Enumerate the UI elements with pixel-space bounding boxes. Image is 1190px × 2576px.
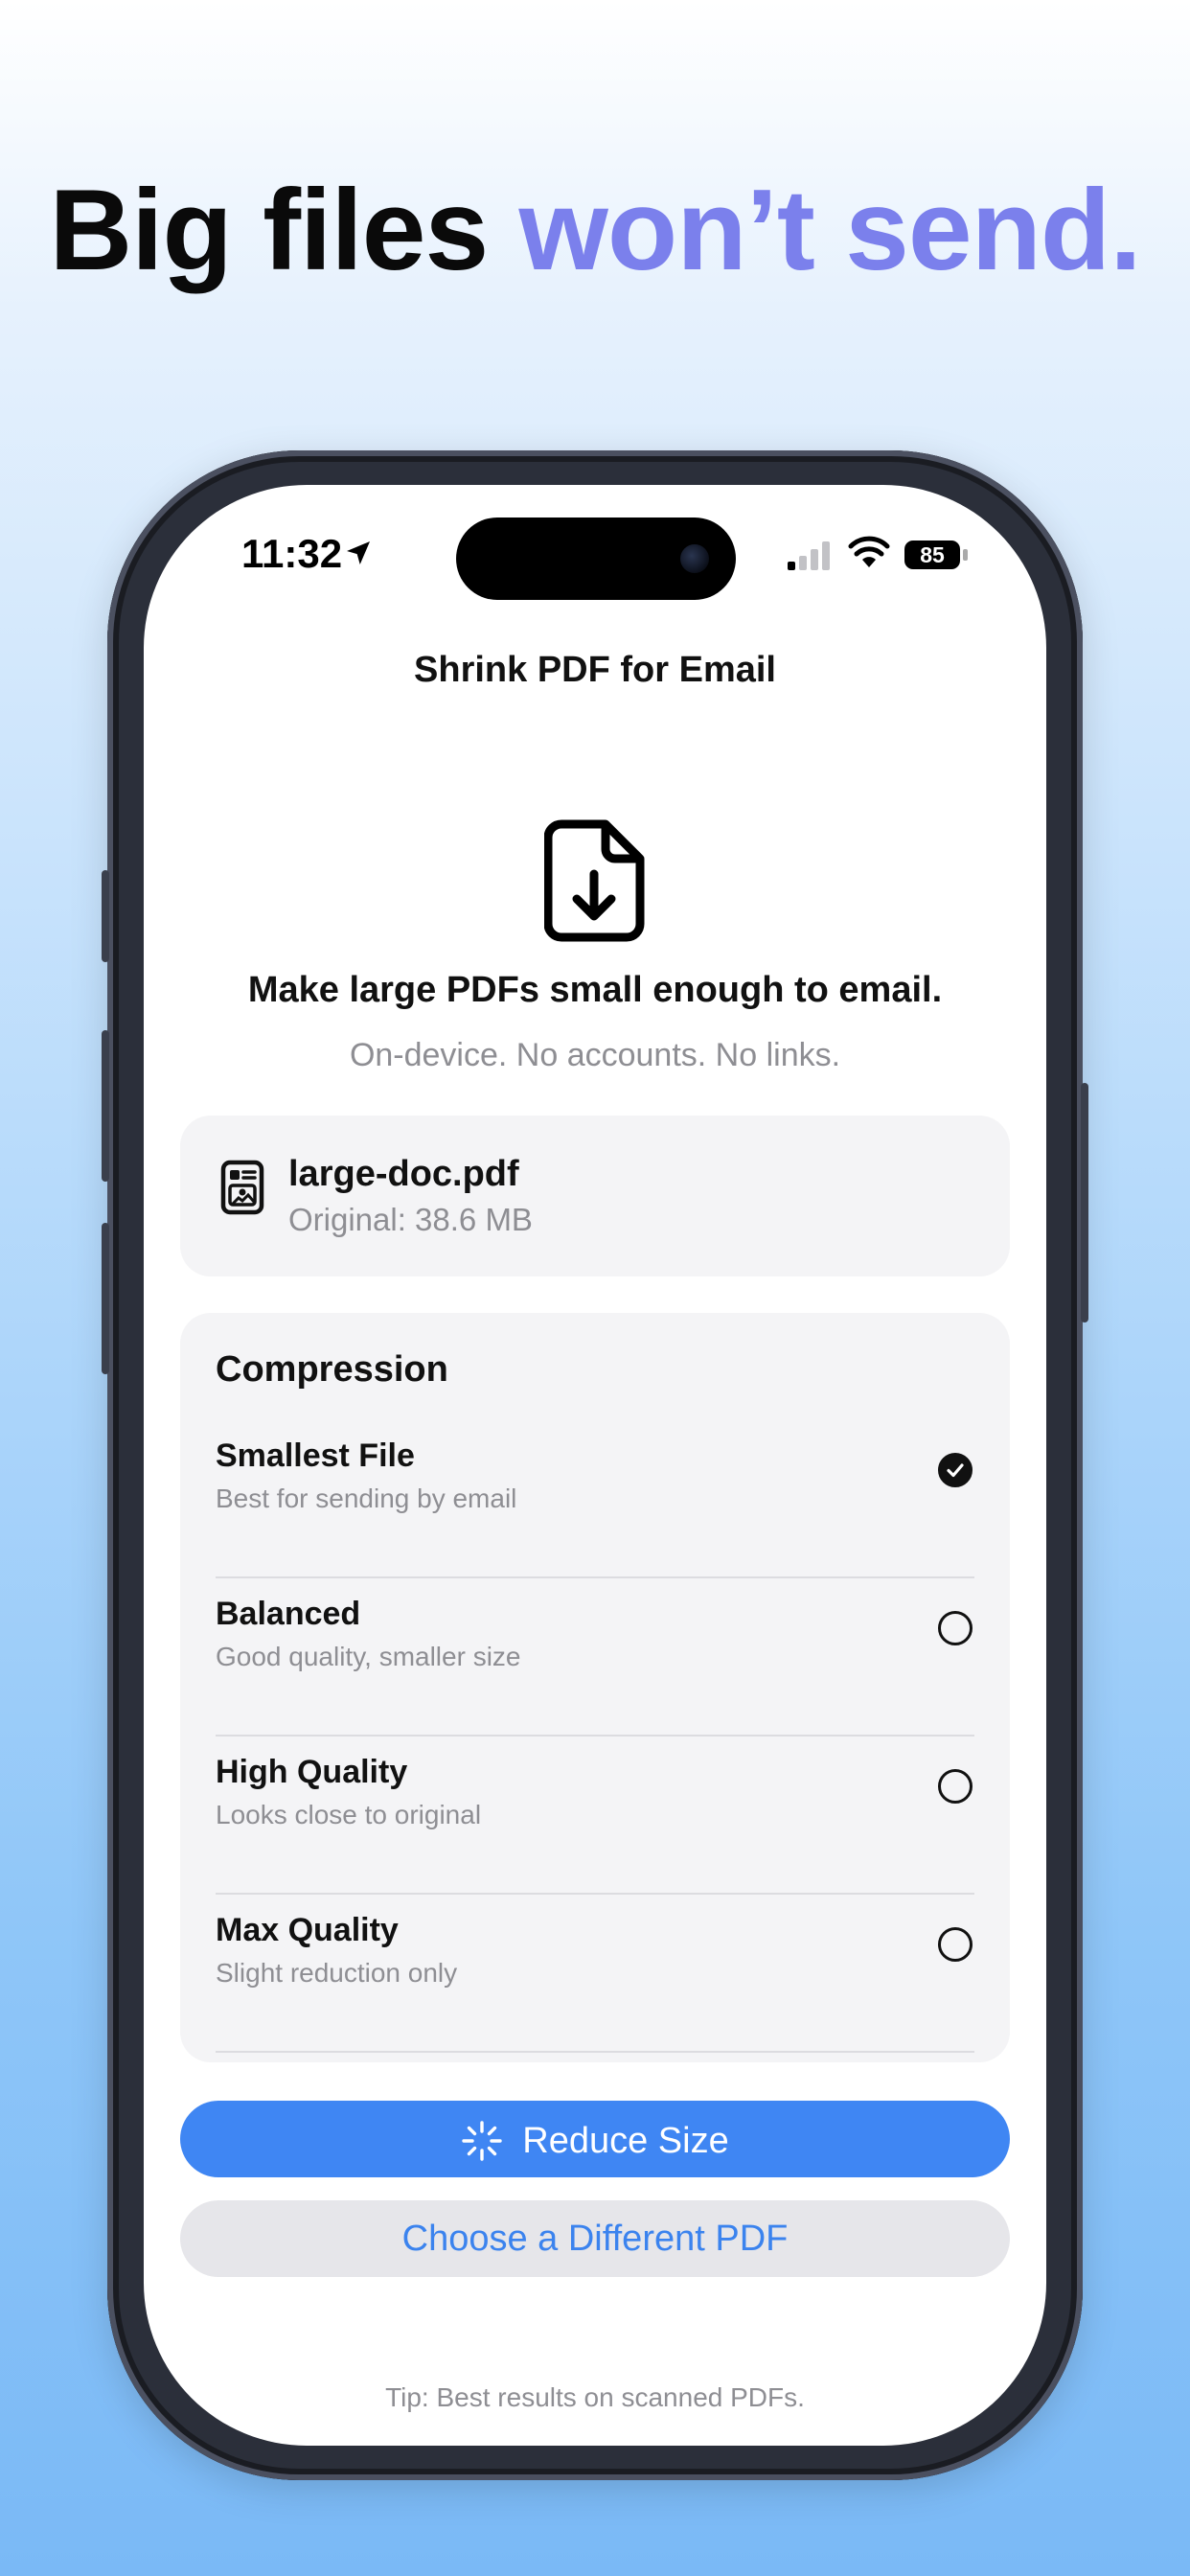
wifi-icon	[848, 536, 890, 567]
choose-different-pdf-button[interactable]: Choose a Different PDF	[180, 2200, 1010, 2277]
phone-action-button	[102, 870, 109, 962]
pdf-file-icon	[220, 1160, 264, 1215]
file-original-size: Original: 38.6 MB	[288, 1202, 533, 1237]
option-balanced[interactable]: Balanced Good quality, smaller size	[216, 1578, 974, 1736]
phone-screen: 11:32 85 Shrink PDF for Email Make large…	[144, 485, 1046, 2446]
option-max-quality[interactable]: Max Quality Slight reduction only	[216, 1895, 974, 2053]
option-smallest-file[interactable]: Smallest File Best for sending by email	[216, 1420, 974, 1578]
option-high-quality[interactable]: High Quality Looks close to original	[216, 1736, 974, 1895]
option-name: Max Quality	[216, 1912, 399, 1948]
hero-subtitle: On-device. No accounts. No links.	[349, 1037, 841, 1073]
radio-unselected-icon[interactable]	[938, 1927, 973, 1962]
option-description: Slight reduction only	[216, 1958, 458, 1988]
radio-unselected-icon[interactable]	[938, 1611, 973, 1645]
status-time: 11:32	[241, 531, 343, 576]
phone-volume-up-button	[102, 1030, 109, 1182]
compression-card: Compression Smallest File Best for sendi…	[180, 1313, 1010, 2062]
option-description: Good quality, smaller size	[216, 1642, 521, 1671]
headline-part-2: won’t send.	[518, 166, 1142, 294]
phone-volume-down-button	[102, 1223, 109, 1374]
marketing-headline: Big files won’t send.	[0, 168, 1190, 292]
headline-part-1: Big files	[49, 166, 489, 294]
battery-cap	[963, 549, 968, 561]
option-name: Smallest File	[216, 1438, 415, 1474]
selected-file-card: large-doc.pdf Original: 38.6 MB	[180, 1116, 1010, 1276]
tip-text: Tip: Best results on scanned PDFs.	[385, 2382, 805, 2412]
camera-icon	[680, 544, 709, 573]
phone-power-button	[1081, 1083, 1088, 1322]
battery-icon: 85	[904, 540, 960, 569]
option-description: Best for sending by email	[216, 1484, 517, 1513]
sparkle-icon	[462, 2121, 502, 2161]
compression-title: Compression	[216, 1349, 448, 1390]
option-description: Looks close to original	[216, 1800, 482, 1829]
hero-title: Make large PDFs small enough to email.	[247, 970, 943, 1010]
location-arrow-icon	[347, 541, 370, 564]
checkmark-icon[interactable]	[938, 1453, 973, 1487]
document-download-icon	[544, 819, 645, 942]
option-name: Balanced	[216, 1596, 361, 1632]
dynamic-island	[456, 518, 736, 600]
cellular-signal-icon	[788, 541, 830, 570]
reduce-size-label: Reduce Size	[522, 2120, 729, 2161]
reduce-size-button[interactable]: Reduce Size	[180, 2101, 1010, 2177]
file-name: large-doc.pdf	[288, 1154, 519, 1194]
page-title: Shrink PDF for Email	[414, 650, 776, 690]
divider	[216, 2051, 974, 2053]
option-name: High Quality	[216, 1754, 408, 1790]
radio-unselected-icon[interactable]	[938, 1769, 973, 1804]
